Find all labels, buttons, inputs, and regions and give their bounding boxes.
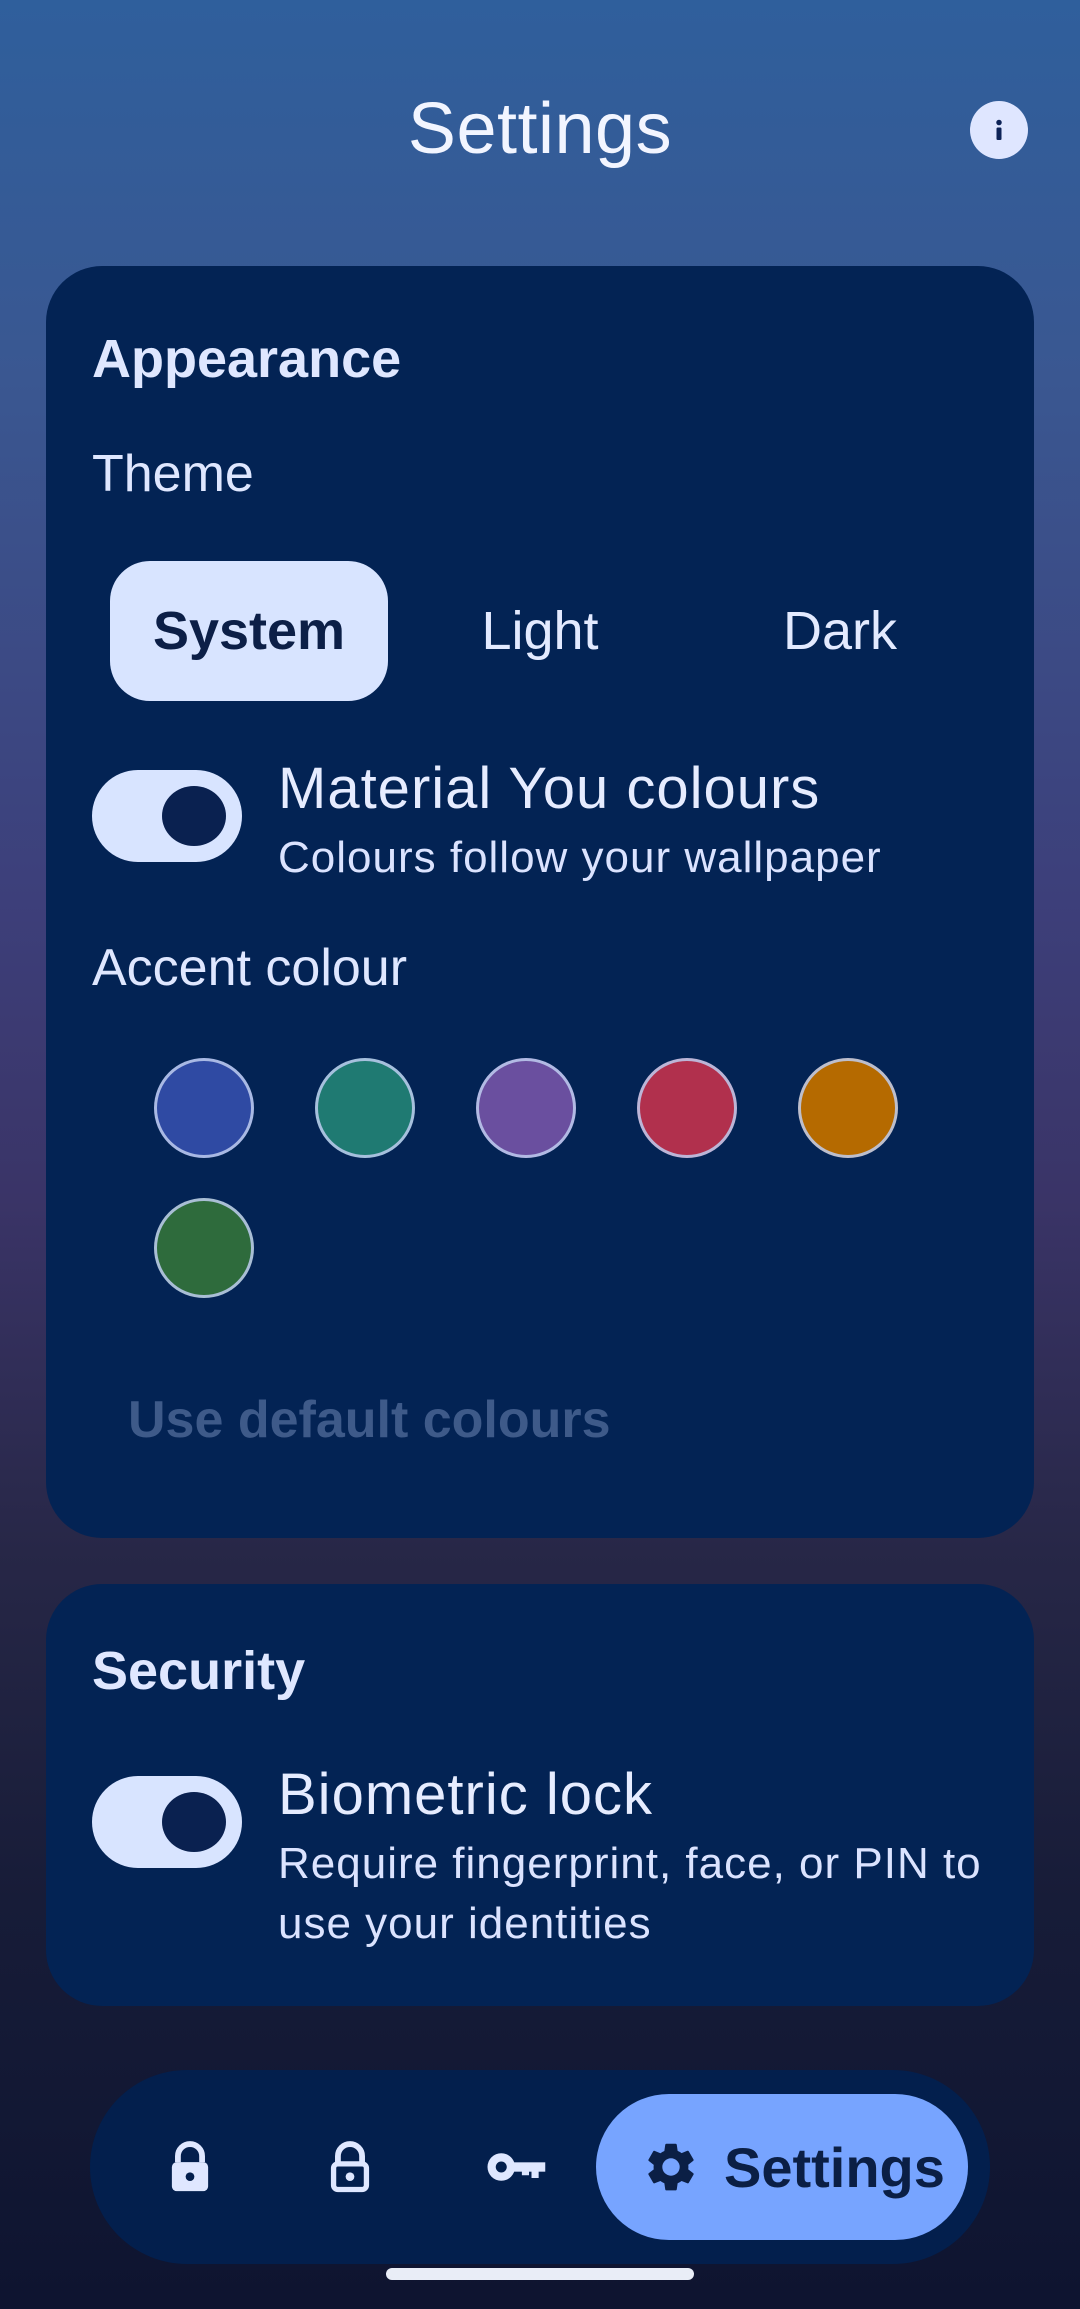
nav-item-unlock[interactable] [290,2090,410,2244]
appearance-card: Appearance Theme System Light Dark Mater… [46,266,1034,1538]
key-icon [487,2153,546,2181]
theme-selector: System Light Dark [110,561,990,701]
nav-item-lock[interactable] [130,2090,250,2244]
lock-icon [171,2141,209,2192]
accent-colour-swatches [108,1058,1008,1318]
nav-item-settings[interactable]: Settings [596,2094,968,2240]
accent-swatch-teal[interactable] [315,1058,415,1158]
accent-swatch-purple[interactable] [476,1058,576,1158]
gear-icon [648,2143,694,2191]
theme-option-light[interactable]: Light [410,561,670,701]
toggle-knob [162,786,226,846]
accent-colour-label: Accent colour [92,939,408,997]
biometric-lock-toggle[interactable] [92,1776,242,1868]
page-title: Settings [407,89,673,169]
top-app-bar: Settings [0,0,1080,260]
security-card: Security Biometric lock Require fingerpr… [46,1584,1034,2006]
appearance-title: Appearance [92,329,402,389]
accent-swatch-orange[interactable] [798,1058,898,1158]
material-you-subtitle: Colours follow your wallpaper [278,833,882,882]
unlock-icon [330,2141,370,2193]
info-icon [996,119,1002,140]
nav-settings-label: Settings [724,2135,945,2199]
material-you-title: Material You colours [278,756,821,821]
security-title: Security [92,1641,306,1701]
theme-label: Theme [92,445,254,503]
accent-swatch-green[interactable] [154,1198,254,1298]
gesture-home-bar[interactable] [386,2268,694,2280]
bottom-navigation: Settings [90,2070,990,2264]
biometric-lock-subtitle: Require fingerprint, face, or PIN to use… [278,1839,982,1948]
accent-swatch-red[interactable] [637,1058,737,1158]
toggle-knob [162,1792,226,1852]
theme-option-dark[interactable]: Dark [700,561,980,701]
theme-option-system[interactable]: System [110,561,388,701]
accent-swatch-blue[interactable] [154,1058,254,1158]
biometric-lock-title: Biometric lock [278,1762,653,1827]
use-default-colours-button[interactable]: Use default colours [128,1390,611,1450]
biometric-lock-text: Biometric lock Require fingerprint, face… [278,1762,1004,1954]
material-you-text: Material You colours Colours follow your… [278,756,1004,888]
nav-item-keys[interactable] [450,2090,580,2244]
material-you-toggle[interactable] [92,770,242,862]
info-button[interactable] [970,101,1028,159]
